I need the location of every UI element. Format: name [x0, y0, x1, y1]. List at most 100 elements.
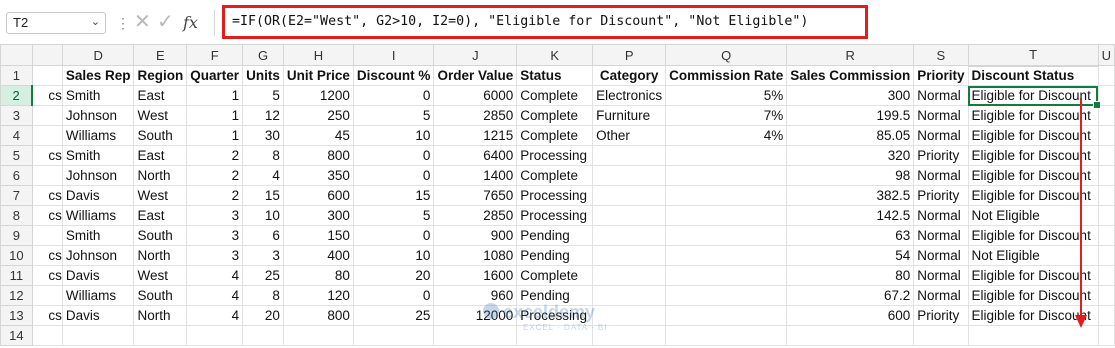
cell[interactable]: 67.2 [786, 285, 915, 306]
cell[interactable]: Normal [913, 85, 969, 106]
column-header-q[interactable]: Q [665, 44, 788, 66]
cell[interactable]: 1200 [282, 85, 354, 106]
cell[interactable] [592, 205, 667, 226]
cell[interactable]: 80 [282, 265, 354, 286]
cell[interactable]: 3 [186, 205, 244, 226]
cell[interactable]: 600 [786, 305, 915, 326]
cell[interactable]: 5% [665, 85, 788, 106]
cell[interactable]: Davis [61, 305, 135, 326]
cell[interactable]: 320 [786, 145, 915, 166]
cell[interactable]: 400 [282, 245, 354, 266]
cell[interactable] [665, 245, 788, 266]
cell[interactable]: 8 [242, 145, 284, 166]
cell[interactable] [592, 185, 667, 206]
cell[interactable]: 45 [282, 125, 354, 146]
column-header-h[interactable]: H [282, 44, 354, 66]
cell[interactable]: Normal [913, 265, 969, 286]
cell[interactable]: 80 [786, 265, 915, 286]
partial-cell[interactable] [31, 125, 63, 146]
cell[interactable]: Johnson [61, 165, 135, 186]
cell[interactable]: Eligible for Discount [967, 105, 1099, 126]
cell[interactable]: 10 [352, 245, 435, 266]
cell[interactable]: Johnson [61, 105, 135, 126]
cell[interactable]: 0 [352, 225, 435, 246]
header-cell[interactable]: Quarter [186, 65, 244, 86]
row-header[interactable]: 12 [0, 285, 33, 306]
header-cell[interactable]: Status [516, 65, 594, 86]
cell[interactable]: 5 [352, 105, 435, 126]
header-cell[interactable]: Units [242, 65, 284, 86]
cell[interactable]: 1215 [433, 125, 518, 146]
name-box[interactable]: T2 ⌄ [6, 12, 106, 34]
cell[interactable]: 900 [433, 225, 518, 246]
cell[interactable]: Pending [516, 225, 594, 246]
cell[interactable]: Davis [61, 265, 135, 286]
cell[interactable] [592, 145, 667, 166]
row-header[interactable]: 9 [0, 225, 33, 246]
cell[interactable]: 382.5 [786, 185, 915, 206]
cell[interactable]: Processing [516, 185, 594, 206]
cell[interactable] [592, 245, 667, 266]
cell[interactable]: 4 [242, 165, 284, 186]
partial-cell[interactable] [31, 285, 63, 306]
row-header[interactable]: 4 [0, 125, 33, 146]
header-cell[interactable]: Category [592, 65, 667, 86]
column-header-u[interactable]: U [1097, 44, 1115, 66]
column-header-s[interactable]: S [913, 44, 969, 66]
partial-cell[interactable]: cs [31, 85, 63, 106]
header-cell[interactable]: Priority [913, 65, 969, 86]
cell[interactable]: South [133, 225, 188, 246]
formula-input[interactable]: =IF(OR(E2="West", G2>10, I2=0), "Eligibl… [222, 5, 868, 39]
cell[interactable]: 5 [242, 85, 284, 106]
cell[interactable]: Processing [516, 145, 594, 166]
cell[interactable]: Not Eligible [967, 245, 1099, 266]
cell[interactable]: Normal [913, 225, 969, 246]
cell[interactable]: 6000 [433, 85, 518, 106]
cell[interactable]: Williams [61, 125, 135, 146]
header-cell[interactable]: Sales Rep [61, 65, 135, 86]
cell[interactable] [1097, 165, 1115, 186]
cell[interactable]: Normal [913, 105, 969, 126]
chevron-down-icon[interactable]: ⌄ [91, 15, 100, 28]
cell[interactable]: East [133, 205, 188, 226]
cell[interactable]: 800 [282, 145, 354, 166]
cell[interactable] [1097, 205, 1115, 226]
column-header-r[interactable]: R [786, 44, 915, 66]
cell[interactable] [665, 185, 788, 206]
cell[interactable]: 20 [242, 305, 284, 326]
row-header[interactable]: 2 [0, 85, 34, 106]
cell[interactable] [1097, 225, 1115, 246]
cell[interactable]: 98 [786, 165, 915, 186]
column-header-g[interactable]: G [242, 44, 284, 66]
cell[interactable]: 63 [786, 225, 915, 246]
cell[interactable] [1097, 245, 1115, 266]
cell[interactable] [1097, 325, 1115, 346]
column-header-p[interactable]: P [592, 44, 667, 66]
cell[interactable]: 2850 [433, 205, 518, 226]
cell[interactable]: 1 [186, 105, 244, 126]
cell[interactable]: West [133, 105, 188, 126]
cell[interactable] [665, 165, 788, 186]
cell[interactable]: 300 [282, 205, 354, 226]
cell[interactable]: 7650 [433, 185, 518, 206]
cell[interactable]: 150 [282, 225, 354, 246]
cell[interactable]: 30 [242, 125, 284, 146]
cell[interactable]: 1 [186, 125, 244, 146]
cell[interactable] [61, 325, 135, 346]
cell[interactable] [592, 165, 667, 186]
partial-cell[interactable]: cs [31, 205, 63, 226]
cell[interactable]: 350 [282, 165, 354, 186]
cell[interactable]: 8 [242, 285, 284, 306]
cell[interactable]: 1080 [433, 245, 518, 266]
cell[interactable]: 20 [352, 265, 435, 286]
header-cell[interactable] [1097, 65, 1115, 86]
cell[interactable] [913, 325, 969, 346]
column-header-k[interactable]: K [516, 44, 594, 66]
row-header[interactable]: 8 [0, 205, 33, 226]
cell[interactable]: Eligible for Discount [967, 265, 1099, 286]
cell[interactable]: 2 [186, 145, 244, 166]
cell[interactable]: 2 [186, 185, 244, 206]
cell[interactable]: 1400 [433, 165, 518, 186]
cell[interactable]: Johnson [61, 245, 135, 266]
cell[interactable]: Normal [913, 205, 969, 226]
